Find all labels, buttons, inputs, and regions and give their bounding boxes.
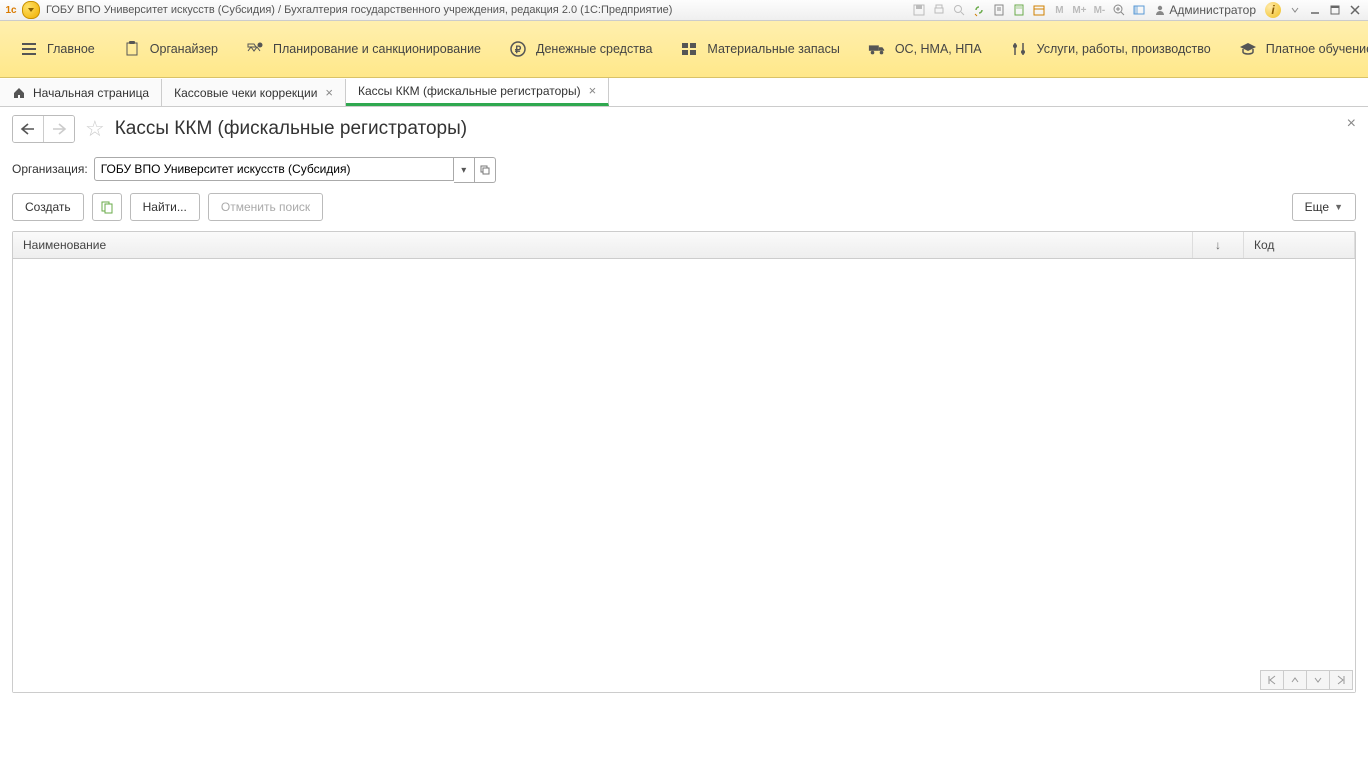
more-button[interactable]: Еще▼ <box>1292 193 1356 221</box>
window-titlebar: 1c ГОБУ ВПО Университет искусств (Субсид… <box>0 0 1368 21</box>
graduation-icon <box>1239 40 1257 58</box>
calendar-icon[interactable] <box>1030 2 1048 18</box>
print-icon[interactable] <box>930 2 948 18</box>
grid-nav-up[interactable] <box>1284 670 1307 690</box>
search-icon[interactable] <box>950 2 968 18</box>
close-icon[interactable] <box>1346 2 1364 18</box>
ribbon-item-planning[interactable]: Планирование и санкционирование <box>232 40 495 58</box>
ribbon-label: Материальные запасы <box>707 42 839 56</box>
ribbon-item-services[interactable]: Услуги, работы, производство <box>996 40 1225 58</box>
ribbon-label: Услуги, работы, производство <box>1037 42 1211 56</box>
grid-nav-down[interactable] <box>1307 670 1330 690</box>
tab-close-icon[interactable]: × <box>589 83 597 98</box>
page-close-icon[interactable]: × <box>1347 115 1356 133</box>
page-header: ☆ Кассы ККМ (фискальные регистраторы) <box>12 115 1356 143</box>
ribbon-label: Главное <box>47 42 95 56</box>
tab-label: Кассы ККМ (фискальные регистраторы) <box>358 84 581 98</box>
user-indicator[interactable]: Администратор <box>1150 3 1260 17</box>
info-icon[interactable]: i <box>1265 2 1281 18</box>
tab-close-icon[interactable]: × <box>325 85 333 100</box>
grid-nav-buttons <box>1260 670 1353 690</box>
org-dropdown-button[interactable]: ▾ <box>454 157 475 183</box>
document-icon[interactable] <box>990 2 1008 18</box>
ribbon-item-money[interactable]: ₽ Денежные средства <box>495 40 666 58</box>
page-title: Кассы ККМ (фискальные регистраторы) <box>115 118 467 140</box>
ribbon-item-materials[interactable]: Материальные запасы <box>666 40 853 58</box>
tab-kkm[interactable]: Кассы ККМ (фискальные регистраторы) × <box>346 78 609 106</box>
sliders-icon <box>1010 40 1028 58</box>
col-sort-indicator[interactable]: ↓ <box>1193 232 1244 258</box>
grid-header: Наименование ↓ Код <box>13 232 1355 259</box>
m-plus-icon[interactable]: M+ <box>1070 2 1088 18</box>
tab-label: Начальная страница <box>33 86 149 100</box>
user-name: Администратор <box>1169 3 1256 17</box>
ribbon-label: Планирование и санкционирование <box>273 42 481 56</box>
m-minus-icon[interactable]: M- <box>1090 2 1108 18</box>
org-label: Организация: <box>12 162 88 176</box>
grid-nav-first[interactable] <box>1260 670 1284 690</box>
ribbon-item-organizer[interactable]: Органайзер <box>109 40 232 58</box>
ruble-icon: ₽ <box>509 40 527 58</box>
copy-button[interactable] <box>92 193 122 221</box>
cancel-find-button: Отменить поиск <box>208 193 323 221</box>
col-code-header[interactable]: Код <box>1244 232 1355 258</box>
create-button[interactable]: Создать <box>12 193 84 221</box>
boxes-icon <box>680 40 698 58</box>
ribbon-label: Платное обучение <box>1266 42 1368 56</box>
app-1c-icon: 1c <box>4 3 18 17</box>
ribbon-item-main[interactable]: Главное <box>6 40 109 58</box>
maximize-icon[interactable] <box>1326 2 1344 18</box>
main-ribbon: Главное Органайзер Планирование и санкци… <box>0 21 1368 78</box>
ribbon-label: Денежные средства <box>536 42 652 56</box>
tab-home[interactable]: Начальная страница <box>0 79 162 106</box>
org-filter-row: Организация: ▾ <box>12 157 1356 181</box>
org-open-button[interactable] <box>475 157 496 183</box>
window-title: ГОБУ ВПО Университет искусств (Субсидия)… <box>46 4 672 16</box>
save-icon[interactable] <box>910 2 928 18</box>
zoom-icon[interactable] <box>1110 2 1128 18</box>
minimize-icon[interactable] <box>1306 2 1324 18</box>
truck-icon <box>868 40 886 58</box>
nav-back-button[interactable] <box>13 116 43 142</box>
ribbon-item-assets[interactable]: ОС, НМА, НПА <box>854 40 996 58</box>
find-button[interactable]: Найти... <box>130 193 200 221</box>
info-dropdown-icon[interactable] <box>1286 2 1304 18</box>
grid-nav-last[interactable] <box>1330 670 1353 690</box>
document-tabs: Начальная страница Кассовые чеки коррекц… <box>0 78 1368 107</box>
titlebar-tools: M M+ M- Администратор i <box>910 2 1364 18</box>
grid-body[interactable] <box>13 259 1355 692</box>
app-menu-dropdown[interactable] <box>22 1 40 19</box>
menu-icon <box>20 40 38 58</box>
tab-label: Кассовые чеки коррекции <box>174 86 317 100</box>
data-grid: Наименование ↓ Код <box>12 231 1356 693</box>
svg-text:₽: ₽ <box>515 45 522 56</box>
calculator-icon[interactable] <box>1010 2 1028 18</box>
ribbon-item-education[interactable]: Платное обучение <box>1225 40 1368 58</box>
ribbon-label: Органайзер <box>150 42 218 56</box>
panel-icon[interactable] <box>1130 2 1148 18</box>
planning-icon <box>246 40 264 58</box>
list-toolbar: Создать Найти... Отменить поиск Еще▼ <box>12 193 1356 221</box>
favorite-star-icon[interactable]: ☆ <box>85 116 105 142</box>
nav-forward-button[interactable] <box>43 116 74 142</box>
m-icon[interactable]: M <box>1050 2 1068 18</box>
link-icon[interactable] <box>970 2 988 18</box>
clipboard-icon <box>123 40 141 58</box>
ribbon-label: ОС, НМА, НПА <box>895 42 982 56</box>
nav-buttons <box>12 115 75 143</box>
tab-receipts[interactable]: Кассовые чеки коррекции × <box>162 79 346 106</box>
org-input[interactable] <box>94 157 454 181</box>
org-combo: ▾ <box>94 157 496 181</box>
col-name-header[interactable]: Наименование <box>13 232 1193 258</box>
home-icon <box>12 86 26 100</box>
page-content: × ☆ Кассы ККМ (фискальные регистраторы) … <box>0 107 1368 701</box>
